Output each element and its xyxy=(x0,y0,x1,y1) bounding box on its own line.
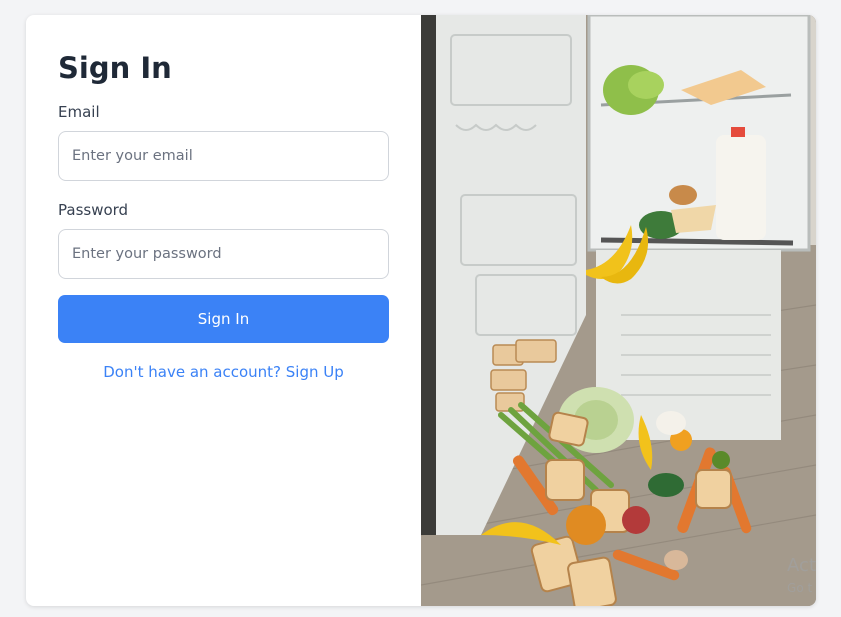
sign-in-form: Sign In Email Password Sign In Don't hav… xyxy=(26,15,421,606)
watermark-line-1: Act xyxy=(787,555,816,576)
activation-watermark: Act Go t xyxy=(787,555,816,599)
hero-image: Act Go t xyxy=(421,15,816,606)
page-title: Sign In xyxy=(58,51,172,85)
sign-in-card: Sign In Email Password Sign In Don't hav… xyxy=(26,15,816,606)
watermark-line-2: Go t xyxy=(787,581,813,595)
email-field[interactable] xyxy=(58,131,389,181)
sign-in-button[interactable]: Sign In xyxy=(58,295,389,343)
sign-up-link[interactable]: Don't have an account? Sign Up xyxy=(58,363,389,381)
email-label: Email xyxy=(58,103,100,121)
password-field[interactable] xyxy=(58,229,389,279)
password-label: Password xyxy=(58,201,129,219)
refrigerator-groceries-photo xyxy=(421,15,816,606)
